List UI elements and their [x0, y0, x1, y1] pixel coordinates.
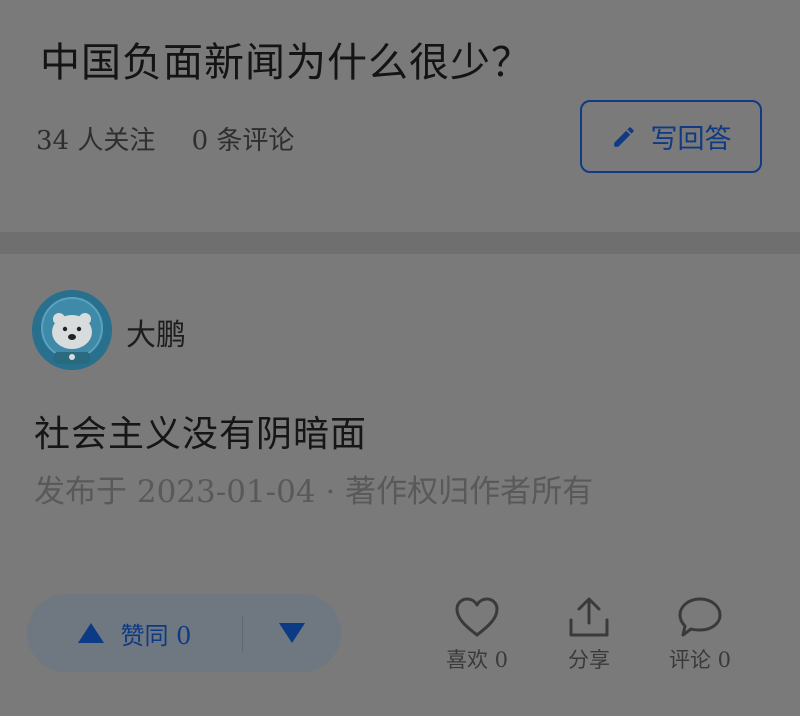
follower-count[interactable]: 34 人关注 [36, 126, 155, 156]
section-divider [0, 232, 800, 254]
question-meta: 34 人关注 0 条评论 [36, 120, 322, 157]
question-title[interactable]: 中国负面新闻为什么很少？ [40, 30, 532, 88]
downvote-button[interactable] [243, 594, 341, 672]
like-label: 喜欢 0 [445, 648, 509, 672]
downvote-triangle-icon [279, 623, 305, 643]
write-answer-button[interactable]: 写回答 [580, 100, 762, 173]
share-icon [569, 597, 609, 637]
like-button[interactable]: 喜欢 0 [422, 596, 532, 676]
heart-icon [455, 597, 499, 637]
share-button[interactable]: 分享 [534, 596, 644, 676]
pencil-icon [613, 126, 634, 147]
share-label: 分享 [568, 648, 610, 672]
answer-meta: 发布于 2023-01-04 · 著作权归作者所有 [34, 474, 594, 510]
vote-control: 赞同 0 [27, 594, 341, 672]
polar-bear-astronaut-icon [32, 290, 112, 370]
upvote-label: 赞同 0 [120, 621, 192, 650]
upvote-triangle-icon [77, 623, 104, 643]
answer-content[interactable]: 社会主义没有阴暗面 [34, 405, 367, 457]
author-name[interactable]: 大鹏 [126, 310, 186, 354]
upvote-button[interactable]: 赞同 0 [27, 594, 241, 672]
avatar[interactable] [32, 290, 112, 370]
write-answer-label: 写回答 [650, 124, 732, 155]
comment-label: 评论 0 [668, 648, 732, 672]
question-card: 中国负面新闻为什么很少？ 34 人关注 0 条评论 写回答 [0, 0, 800, 232]
comment-count[interactable]: 0 条评论 [192, 126, 295, 156]
comment-button[interactable]: 评论 0 [645, 596, 755, 676]
comment-bubble-icon [678, 597, 722, 637]
